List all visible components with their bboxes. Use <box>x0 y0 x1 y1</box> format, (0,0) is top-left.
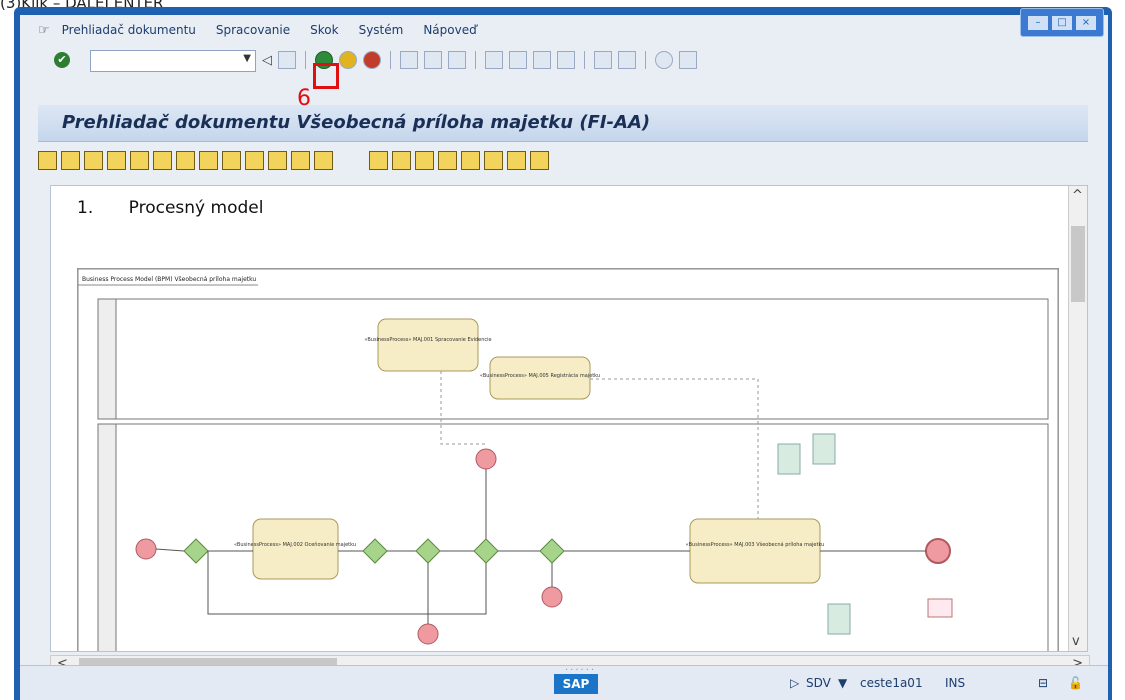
layout-menu-icon[interactable] <box>679 51 697 69</box>
app-button[interactable] <box>268 151 287 170</box>
app-button[interactable] <box>291 151 310 170</box>
last-page-icon[interactable] <box>557 51 575 69</box>
toolbar-separator <box>584 51 585 69</box>
app-button[interactable] <box>107 151 126 170</box>
process-diagram: Business Process Model (BPM) Všeobecná p… <box>77 268 1059 651</box>
menu-item-goto[interactable]: Skok <box>310 23 338 37</box>
chevron-down-icon[interactable]: ▼ <box>838 676 847 690</box>
app-button[interactable] <box>369 151 388 170</box>
next-page-icon[interactable] <box>533 51 551 69</box>
standard-toolbar: ✔ ▼ ◁ <box>20 47 1108 77</box>
svg-text:«BusinessProcess» MAJ.005 Regi: «BusinessProcess» MAJ.005 Registrácia ma… <box>480 372 600 379</box>
app-button[interactable] <box>245 151 264 170</box>
page-title: Prehliadač dokumentu Všeobecná príloha m… <box>62 112 651 133</box>
help-icon[interactable] <box>655 51 673 69</box>
vertical-scrollbar[interactable]: ^ v <box>1068 186 1087 651</box>
status-toggle-icon[interactable]: ▷ <box>790 676 799 690</box>
app-button[interactable] <box>415 151 434 170</box>
app-button[interactable] <box>199 151 218 170</box>
heading-text: Procesný model <box>128 198 264 218</box>
input-mode: INS <box>945 676 966 690</box>
toolbar-separator <box>645 51 646 69</box>
app-button[interactable] <box>438 151 457 170</box>
menu-icon[interactable]: ☞ <box>38 23 50 38</box>
app-button[interactable] <box>392 151 411 170</box>
chevron-down-icon[interactable]: ▼ <box>243 53 251 64</box>
resize-grip[interactable]: ...... <box>565 662 596 673</box>
app-button[interactable] <box>130 151 149 170</box>
app-button[interactable] <box>176 151 195 170</box>
app-button[interactable] <box>484 151 503 170</box>
heading-number: 1. <box>77 198 94 218</box>
app-button[interactable] <box>222 151 241 170</box>
application-toolbar <box>38 151 549 170</box>
menu-item-processing[interactable]: Spracovanie <box>216 23 290 37</box>
toolbar-gap <box>337 151 365 170</box>
find-icon[interactable] <box>424 51 442 69</box>
toolbar-separator <box>475 51 476 69</box>
first-page-icon[interactable] <box>485 51 503 69</box>
command-field[interactable]: ▼ <box>90 50 256 72</box>
status-bar: ...... SAP ▷ SDV ▼ ceste1a01 INS ⊟ 🔓 <box>20 662 1108 700</box>
toolbar-separator <box>305 51 306 69</box>
info-icon[interactable] <box>530 151 549 170</box>
lock-icon[interactable]: 🔓 <box>1068 676 1083 690</box>
diagram-node: «BusinessProcess» MAJ.005 Registrácia ma… <box>480 356 600 400</box>
user-name: ceste1a01 <box>860 676 923 690</box>
step-number: 6 <box>297 86 311 111</box>
find-next-icon[interactable] <box>448 51 466 69</box>
app-button[interactable] <box>314 151 333 170</box>
scroll-up-icon[interactable]: ^ <box>1072 188 1083 203</box>
binoculars-icon[interactable] <box>153 151 172 170</box>
diagram-title: Business Process Model (BPM) Všeobecná p… <box>82 276 256 283</box>
svg-text:«BusinessProcess» MAJ.003 Všeo: «BusinessProcess» MAJ.003 Všeobecná príl… <box>686 541 825 548</box>
document-heading: 1. Procesný model <box>77 198 263 218</box>
exit-icon[interactable] <box>339 51 357 69</box>
app-button[interactable] <box>507 151 526 170</box>
system-name[interactable]: SDV <box>806 676 831 690</box>
shortcut-icon[interactable] <box>618 51 636 69</box>
document-viewer[interactable]: 1. Procesný model Business Process Model… <box>50 185 1088 652</box>
menu-item-system[interactable]: Systém <box>359 23 404 37</box>
previous-page-icon[interactable] <box>509 51 527 69</box>
cancel-icon[interactable] <box>363 51 381 69</box>
app-button[interactable] <box>461 151 480 170</box>
layout-icon[interactable]: ⊟ <box>1038 676 1048 690</box>
open-folder-icon[interactable] <box>61 151 80 170</box>
menu-item-document-viewer[interactable]: Prehliadač dokumentu <box>62 23 196 37</box>
highlight-box <box>313 63 339 89</box>
svg-text:«BusinessProcess» MAJ.001 Spra: «BusinessProcess» MAJ.001 Spracovanie Ev… <box>364 337 491 343</box>
print-icon[interactable] <box>400 51 418 69</box>
menu-bar: ☞ Prehliadač dokumentu Spracovanie Skok … <box>20 15 1108 45</box>
menu-item-help[interactable]: Nápoveď <box>423 23 476 37</box>
svg-text:«BusinessProcess» MAJ.002 Oceň: «BusinessProcess» MAJ.002 Oceňovanie maj… <box>234 541 356 548</box>
sap-logo: SAP <box>554 674 598 694</box>
new-session-icon[interactable] <box>594 51 612 69</box>
new-document-icon[interactable] <box>38 151 57 170</box>
scroll-thumb[interactable] <box>1071 226 1085 302</box>
save-icon[interactable] <box>278 51 296 69</box>
toolbar-separator <box>390 51 391 69</box>
scroll-down-icon[interactable]: v <box>1072 634 1080 649</box>
app-button[interactable] <box>84 151 103 170</box>
enter-check-icon[interactable]: ✔ <box>54 52 70 68</box>
sap-window: – □ × ☞ Prehliadač dokumentu Spracovanie… <box>20 8 1108 700</box>
diagram-node: «BusinessProcess» MAJ.003 Všeobecná príl… <box>686 518 825 584</box>
title-bar: Prehliadač dokumentu Všeobecná príloha m… <box>38 105 1088 142</box>
diagram-node: «BusinessProcess» MAJ.001 Spracovanie Ev… <box>364 318 492 372</box>
back-arrow-icon[interactable]: ◁ <box>262 53 272 68</box>
